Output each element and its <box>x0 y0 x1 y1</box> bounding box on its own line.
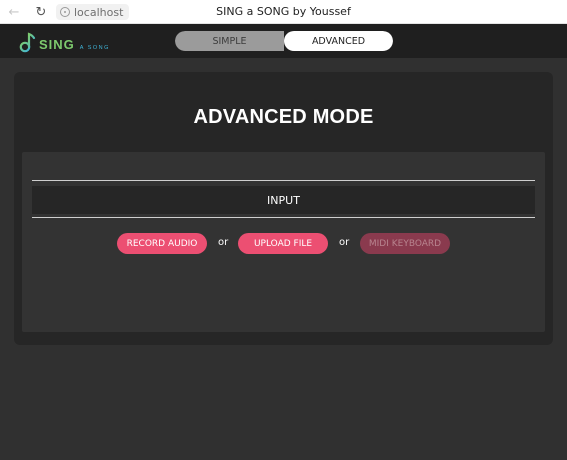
reload-icon[interactable]: ↻ <box>32 3 50 21</box>
address-text: localhost <box>74 5 124 19</box>
page-title: ADVANCED MODE <box>193 106 374 128</box>
site-info-icon[interactable] <box>60 7 70 17</box>
address-bar[interactable]: localhost <box>56 4 130 20</box>
back-arrow-icon[interactable]: ← <box>5 3 23 21</box>
divider-bottom <box>32 217 535 218</box>
input-actions: RECORD AUDIO or UPLOAD FILE or MIDI KEYB… <box>22 233 545 255</box>
app-logo[interactable]: SING A SONG <box>17 31 110 53</box>
mode-toggle: SIMPLE ADVANCED <box>175 31 393 51</box>
midi-keyboard-button[interactable]: MIDI KEYBOARD <box>360 233 450 254</box>
logo-subtitle: A SONG <box>79 45 110 51</box>
or-separator: or <box>339 237 350 248</box>
browser-chrome: ← ↻ localhost SING a SONG by Youssef <box>0 0 567 24</box>
upload-file-button[interactable]: UPLOAD FILE <box>238 233 328 254</box>
advanced-mode-card: ADVANCED MODE INPUT RECORD AUDIO or UPLO… <box>14 72 553 345</box>
input-panel: INPUT RECORD AUDIO or UPLOAD FILE or MID… <box>22 152 545 332</box>
or-separator: or <box>218 237 229 248</box>
music-note-icon <box>19 32 36 53</box>
input-section-header: INPUT <box>32 186 535 214</box>
tab-advanced[interactable]: ADVANCED <box>284 31 393 51</box>
divider-top <box>32 180 535 181</box>
record-audio-button[interactable]: RECORD AUDIO <box>117 233 207 254</box>
input-section-label: INPUT <box>267 193 300 207</box>
tab-simple[interactable]: SIMPLE <box>175 31 284 51</box>
logo-wordmark: SING <box>39 37 75 52</box>
